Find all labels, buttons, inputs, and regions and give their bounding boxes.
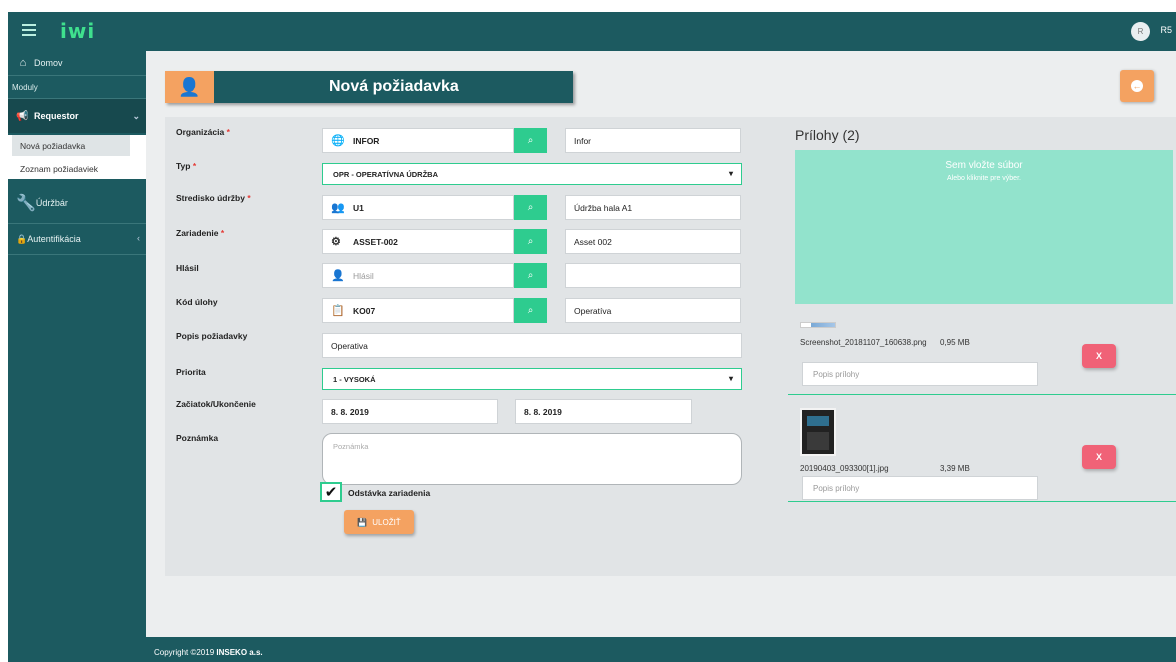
task-search-button[interactable]: ⌕ xyxy=(514,298,547,323)
attachment-size: 3,39 MB xyxy=(940,464,970,473)
user-initials[interactable]: R5 xyxy=(1160,25,1172,35)
dropzone-subtext: Alebo kliknite pre výber. xyxy=(947,175,1021,182)
main-content: 👤 Nová požiadavka ← Organizácia * 🌐 INFO… xyxy=(146,51,1176,637)
user-avatar[interactable]: R xyxy=(1131,22,1150,41)
attachment-description[interactable]: Popis prílohy xyxy=(802,362,1038,386)
attachment-item: Screenshot_20181107_160638.png 0,95 MB P… xyxy=(788,319,1176,395)
sidebar-item-label: Autentifikácia xyxy=(27,234,81,244)
sidebar-item-label: Requestor xyxy=(34,111,79,121)
shutdown-label: Odstávka zariadenia xyxy=(348,488,431,498)
sidebar: ⌂ Domov Moduly 📢 Requestor ⌄ Nová požiad… xyxy=(8,51,146,662)
save-button[interactable]: 💾 ULOŽIŤ xyxy=(344,510,414,534)
home-icon: ⌂ xyxy=(19,57,27,69)
caret-down-icon: ▾ xyxy=(728,374,733,383)
attachment-name: Screenshot_20181107_160638.png xyxy=(800,338,927,347)
priority-label: Priorita xyxy=(176,367,206,377)
top-bar: iwi R R5 xyxy=(8,12,1176,51)
desc-label: Popis požiadavky xyxy=(176,331,248,341)
org-search-button[interactable]: ⌕ xyxy=(514,128,547,153)
task-description: Operatíva xyxy=(565,298,741,323)
users-icon: 👥 xyxy=(331,202,345,214)
device-label: Zariadenie * xyxy=(176,228,225,238)
clipboard-icon: 📋 xyxy=(331,305,345,317)
lock-icon: 🔒 xyxy=(16,233,28,244)
caret-down-icon: ▾ xyxy=(728,169,733,178)
sidebar-submenu: Nová požiadavka Zoznam požiadaviek xyxy=(8,135,146,179)
search-icon: ⌕ xyxy=(527,202,534,213)
search-icon: ⌕ xyxy=(527,135,534,146)
sidebar-item-requestor[interactable]: 📢 Requestor ⌄ xyxy=(8,99,146,133)
dates-label: Začiatok/Ukončenie xyxy=(176,399,256,409)
sidebar-item-request-list[interactable]: Zoznam požiadaviek xyxy=(8,158,146,179)
chevron-left-icon: ‹ xyxy=(137,233,140,243)
attachment-size: 0,95 MB xyxy=(940,338,970,347)
sidebar-item-home[interactable]: ⌂ Domov xyxy=(8,51,146,75)
reported-description xyxy=(565,263,741,288)
dropzone-text: Sem vložte súbor xyxy=(945,160,1023,171)
divider xyxy=(8,254,146,255)
menu-icon[interactable] xyxy=(22,24,36,36)
center-search-button[interactable]: ⌕ xyxy=(514,195,547,220)
attachment-thumbnail[interactable] xyxy=(800,408,836,456)
search-icon: ⌕ xyxy=(527,305,534,316)
gear-icon: ⚙ xyxy=(331,236,341,248)
device-search-button[interactable]: ⌕ xyxy=(514,229,547,254)
type-label: Typ * xyxy=(176,161,197,171)
sidebar-item-label: Údržbár xyxy=(35,198,68,208)
reported-search-button[interactable]: ⌕ xyxy=(514,263,547,288)
back-button[interactable]: ← xyxy=(1120,70,1154,102)
app-frame: iwi R R5 ⌂ Domov Moduly 📢 Requestor ⌄ No… xyxy=(8,12,1176,662)
arrow-left-icon: ← xyxy=(1131,80,1143,92)
user-icon: 👤 xyxy=(331,270,345,282)
search-icon: ⌕ xyxy=(527,270,534,281)
wrench-icon: 🔧 xyxy=(16,195,36,212)
desc-field[interactable]: Operativa xyxy=(322,333,742,358)
start-date-field[interactable]: 8. 8. 2019 xyxy=(322,399,498,424)
device-field[interactable]: ⚙ ASSET-002 xyxy=(322,229,514,254)
megaphone-icon: 📢 xyxy=(16,110,29,122)
request-form-panel: Organizácia * 🌐 INFOR ⌕ Infor Typ * OPR … xyxy=(165,117,1176,576)
reported-label: Hlásil xyxy=(176,263,199,273)
globe-icon: 🌐 xyxy=(331,135,345,147)
center-field[interactable]: 👥 U1 xyxy=(322,195,514,220)
file-dropzone[interactable]: Sem vložte súbor Alebo kliknite pre výbe… xyxy=(795,150,1173,304)
org-field[interactable]: 🌐 INFOR xyxy=(322,128,514,153)
page-title: Nová požiadavka xyxy=(329,78,459,95)
attachment-item: 20190403_093300[1].jpg 3,39 MB Popis prí… xyxy=(788,402,1176,502)
priority-select[interactable]: 1 - VYSOKÁ ▾ xyxy=(322,368,742,390)
sidebar-item-auth[interactable]: 🔒 Autentifikácia ‹ xyxy=(8,224,146,254)
attachments-title: Prílohy (2) xyxy=(795,127,860,143)
note-label: Poznámka xyxy=(176,433,219,443)
sidebar-item-maintainer[interactable]: 🔧 Údržbár xyxy=(8,183,146,223)
center-description: Údržba hala A1 xyxy=(565,195,741,220)
org-label: Organizácia * xyxy=(176,127,230,137)
note-textarea[interactable]: Poznámka xyxy=(322,433,742,485)
center-label: Stredisko údržby * xyxy=(176,193,251,203)
reported-field[interactable]: 👤 Hlásil xyxy=(322,263,514,288)
attachment-name: 20190403_093300[1].jpg xyxy=(800,464,889,473)
footer-company: INSEKO a.s. xyxy=(216,648,263,657)
search-icon: ⌕ xyxy=(527,236,534,247)
type-select[interactable]: OPR - OPERATÍVNA ÚDRŽBA ▾ xyxy=(322,163,742,185)
page-header: 👤 Nová požiadavka xyxy=(165,71,573,103)
chevron-down-icon: ⌄ xyxy=(132,111,140,121)
attachment-description[interactable]: Popis prílohy xyxy=(802,476,1038,500)
remove-attachment-button[interactable]: X xyxy=(1082,445,1116,469)
task-label: Kód úlohy xyxy=(176,297,218,307)
floppy-icon: 💾 xyxy=(357,517,368,527)
shutdown-checkbox[interactable]: ✔ xyxy=(320,482,342,502)
app-logo[interactable]: iwi xyxy=(60,19,95,43)
sidebar-item-new-request[interactable]: Nová požiadavka xyxy=(12,135,130,156)
sidebar-item-label: Domov xyxy=(34,58,63,68)
footer: Copyright ©2019 INSEKO a.s. xyxy=(146,637,1176,662)
user-edit-icon: 👤 xyxy=(165,71,214,103)
remove-attachment-button[interactable]: X xyxy=(1082,344,1116,368)
end-date-field[interactable]: 8. 8. 2019 xyxy=(515,399,692,424)
task-field[interactable]: 📋 KO07 xyxy=(322,298,514,323)
attachment-thumbnail[interactable] xyxy=(800,322,836,328)
org-description: Infor xyxy=(565,128,741,153)
check-icon: ✔ xyxy=(324,484,338,501)
device-description: Asset 002 xyxy=(565,229,741,254)
sidebar-section-modules: Moduly xyxy=(12,82,38,92)
